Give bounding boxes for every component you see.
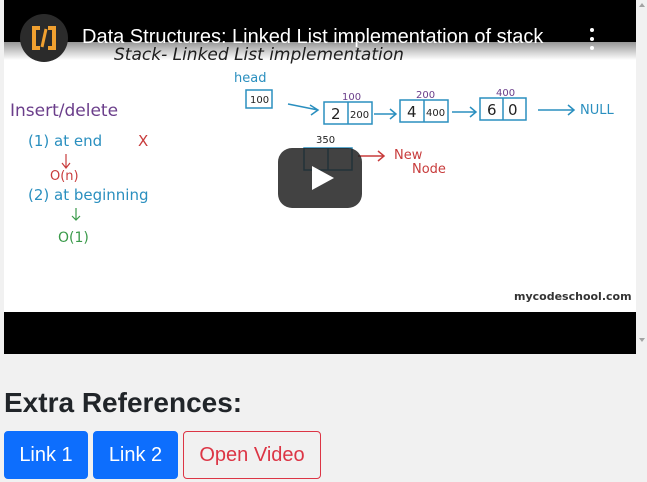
null-label: NULL (580, 103, 614, 118)
scrollbar[interactable] (637, 0, 647, 482)
head-value: 100 (250, 95, 269, 106)
video-player[interactable]: Stack- Linked List implementation head 1… (4, 0, 636, 354)
node2-next: 400 (426, 108, 445, 119)
link-2-button[interactable]: Link 2 (93, 431, 178, 479)
scroll-up-icon[interactable] (639, 3, 645, 7)
head-label: head (234, 71, 266, 86)
x-mark: X (138, 132, 148, 150)
at-end-note: (1) at end (28, 132, 102, 150)
video-title[interactable]: Data Structures: Linked List implementat… (82, 26, 572, 49)
watermark: mycodeschool.com (514, 290, 632, 303)
node2-data: 4 (407, 103, 417, 121)
arrow-1-2 (374, 108, 398, 120)
open-video-button[interactable]: Open Video (183, 431, 321, 479)
head-arrow (287, 103, 320, 116)
video-title-bar: Data Structures: Linked List implementat… (4, 0, 636, 62)
new-node-addr: 350 (316, 135, 335, 146)
arrow-3-null (538, 104, 576, 116)
o-1-note: O(1) (58, 230, 89, 246)
o-n-note: O(n) (50, 169, 79, 184)
node1-next: 200 (350, 110, 369, 121)
insert-delete-note: Insert/delete (10, 101, 118, 121)
link-1-button[interactable]: Link 1 (4, 431, 88, 479)
code-brackets-icon[interactable] (20, 14, 68, 62)
node3-data: 6 (487, 101, 497, 119)
new-label-1: New (394, 148, 423, 163)
more-options-icon[interactable] (584, 26, 600, 52)
node3-next: 0 (508, 101, 518, 119)
play-button[interactable] (278, 148, 362, 208)
play-icon (312, 166, 334, 190)
at-beginning-note: (2) at beginning (28, 186, 149, 204)
scroll-down-icon[interactable] (639, 338, 645, 342)
extra-references-heading: Extra References: (4, 387, 243, 418)
node1-data: 2 (331, 105, 341, 123)
new-label-2: Node (412, 162, 446, 177)
arrow-2-3 (452, 106, 478, 118)
